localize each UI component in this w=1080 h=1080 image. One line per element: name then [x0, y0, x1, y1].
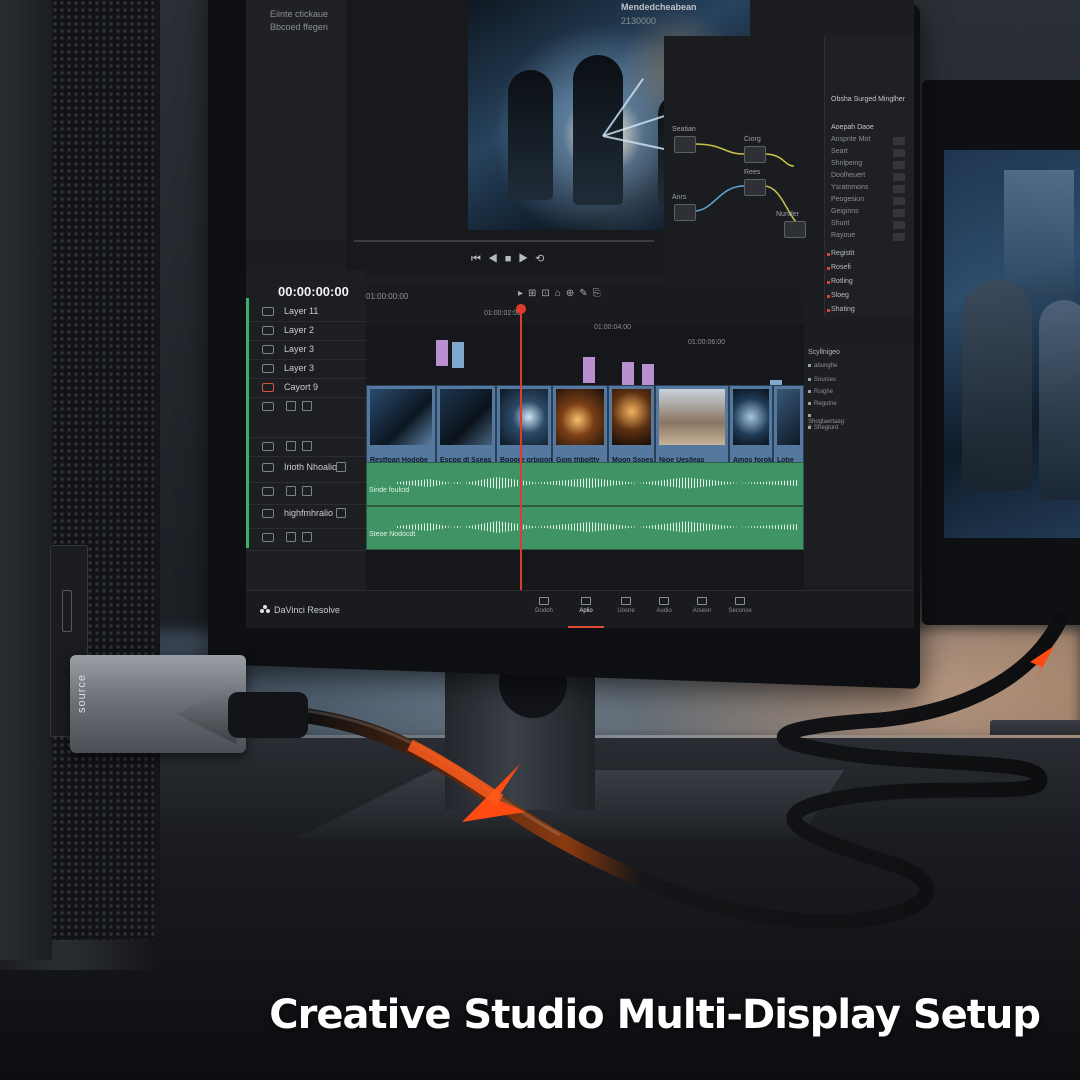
- connector-label: source: [76, 673, 88, 713]
- direction-arrow-tail: [407, 739, 504, 805]
- headline-caption: Creative Studio Multi-Display Setup: [269, 992, 1041, 1038]
- connector-boot: [228, 692, 308, 738]
- studio-scene: Eiinte ctickaue Bbcoed ffegen Mendedchea…: [0, 0, 1080, 1080]
- display-cable: [292, 612, 1068, 930]
- cable-layer: [292, 612, 1068, 930]
